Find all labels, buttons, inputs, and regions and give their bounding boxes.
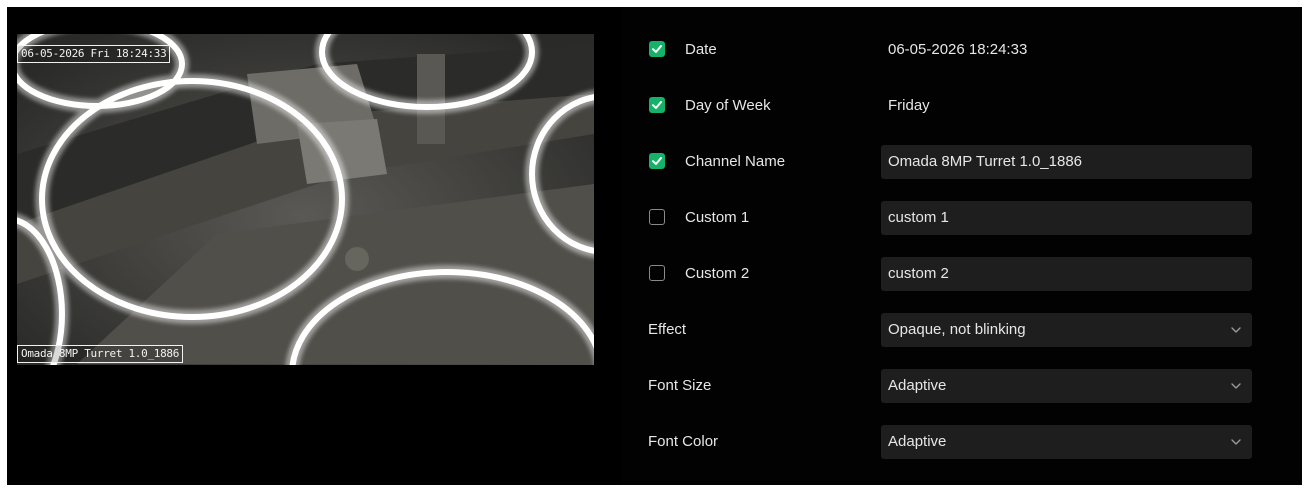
font-color-select-value: Adaptive — [888, 433, 947, 450]
custom1-row: Custom 1 custom 1 — [621, 200, 1302, 236]
font-color-label: Font Color — [648, 433, 719, 450]
chevron-down-icon — [1231, 439, 1241, 445]
font-size-select-value: Adaptive — [888, 377, 947, 394]
osd-settings-panel: 06-05-2026 Fri 18:24:33 Omada 8MP Turret… — [7, 7, 1302, 485]
day-of-week-row: Day of Week Friday — [621, 88, 1302, 124]
channel-name-label: Channel Name — [685, 153, 786, 170]
chevron-down-icon — [1231, 327, 1241, 333]
font-size-label: Font Size — [648, 377, 712, 394]
checkmark-icon — [652, 101, 662, 109]
osd-date-overlay[interactable]: 06-05-2026 Fri 18:24:33 — [17, 45, 171, 63]
custom1-checkbox[interactable] — [649, 209, 665, 225]
date-label: Date — [685, 41, 717, 58]
day-of-week-label: Day of Week — [685, 97, 771, 114]
camera-scene-image — [17, 34, 594, 365]
date-value: 06-05-2026 18:24:33 — [888, 41, 1028, 58]
custom1-input[interactable]: custom 1 — [881, 201, 1252, 235]
settings-pane: Date 06-05-2026 18:24:33 Day of Week Fri… — [621, 7, 1302, 485]
date-row: Date 06-05-2026 18:24:33 — [621, 32, 1302, 68]
checkmark-icon — [652, 45, 662, 53]
osd-channel-name-overlay[interactable]: Omada 8MP Turret 1.0_1886 — [17, 345, 184, 363]
preview-pane: 06-05-2026 Fri 18:24:33 Omada 8MP Turret… — [7, 7, 621, 485]
channel-name-checkbox[interactable] — [649, 153, 665, 169]
effect-select[interactable]: Opaque, not blinking — [881, 313, 1252, 347]
day-of-week-checkbox[interactable] — [649, 97, 665, 113]
custom2-label: Custom 2 — [685, 265, 750, 282]
custom1-label: Custom 1 — [685, 209, 750, 226]
checkmark-icon — [652, 157, 662, 165]
effect-label: Effect — [648, 321, 687, 338]
custom2-row: Custom 2 custom 2 — [621, 256, 1302, 292]
effect-select-value: Opaque, not blinking — [888, 321, 1026, 338]
date-checkbox[interactable] — [649, 41, 665, 57]
font-color-row: Font Color Adaptive — [621, 424, 1302, 460]
channel-name-row: Channel Name Omada 8MP Turret 1.0_1886 — [621, 144, 1302, 180]
font-size-select[interactable]: Adaptive — [881, 369, 1252, 403]
day-of-week-value: Friday — [888, 97, 930, 114]
custom2-checkbox[interactable] — [649, 265, 665, 281]
effect-row: Effect Opaque, not blinking — [621, 312, 1302, 348]
custom2-input[interactable]: custom 2 — [881, 257, 1252, 291]
channel-name-input[interactable]: Omada 8MP Turret 1.0_1886 — [881, 145, 1252, 179]
chevron-down-icon — [1231, 383, 1241, 389]
font-size-row: Font Size Adaptive — [621, 368, 1302, 404]
camera-preview — [17, 34, 594, 365]
font-color-select[interactable]: Adaptive — [881, 425, 1252, 459]
